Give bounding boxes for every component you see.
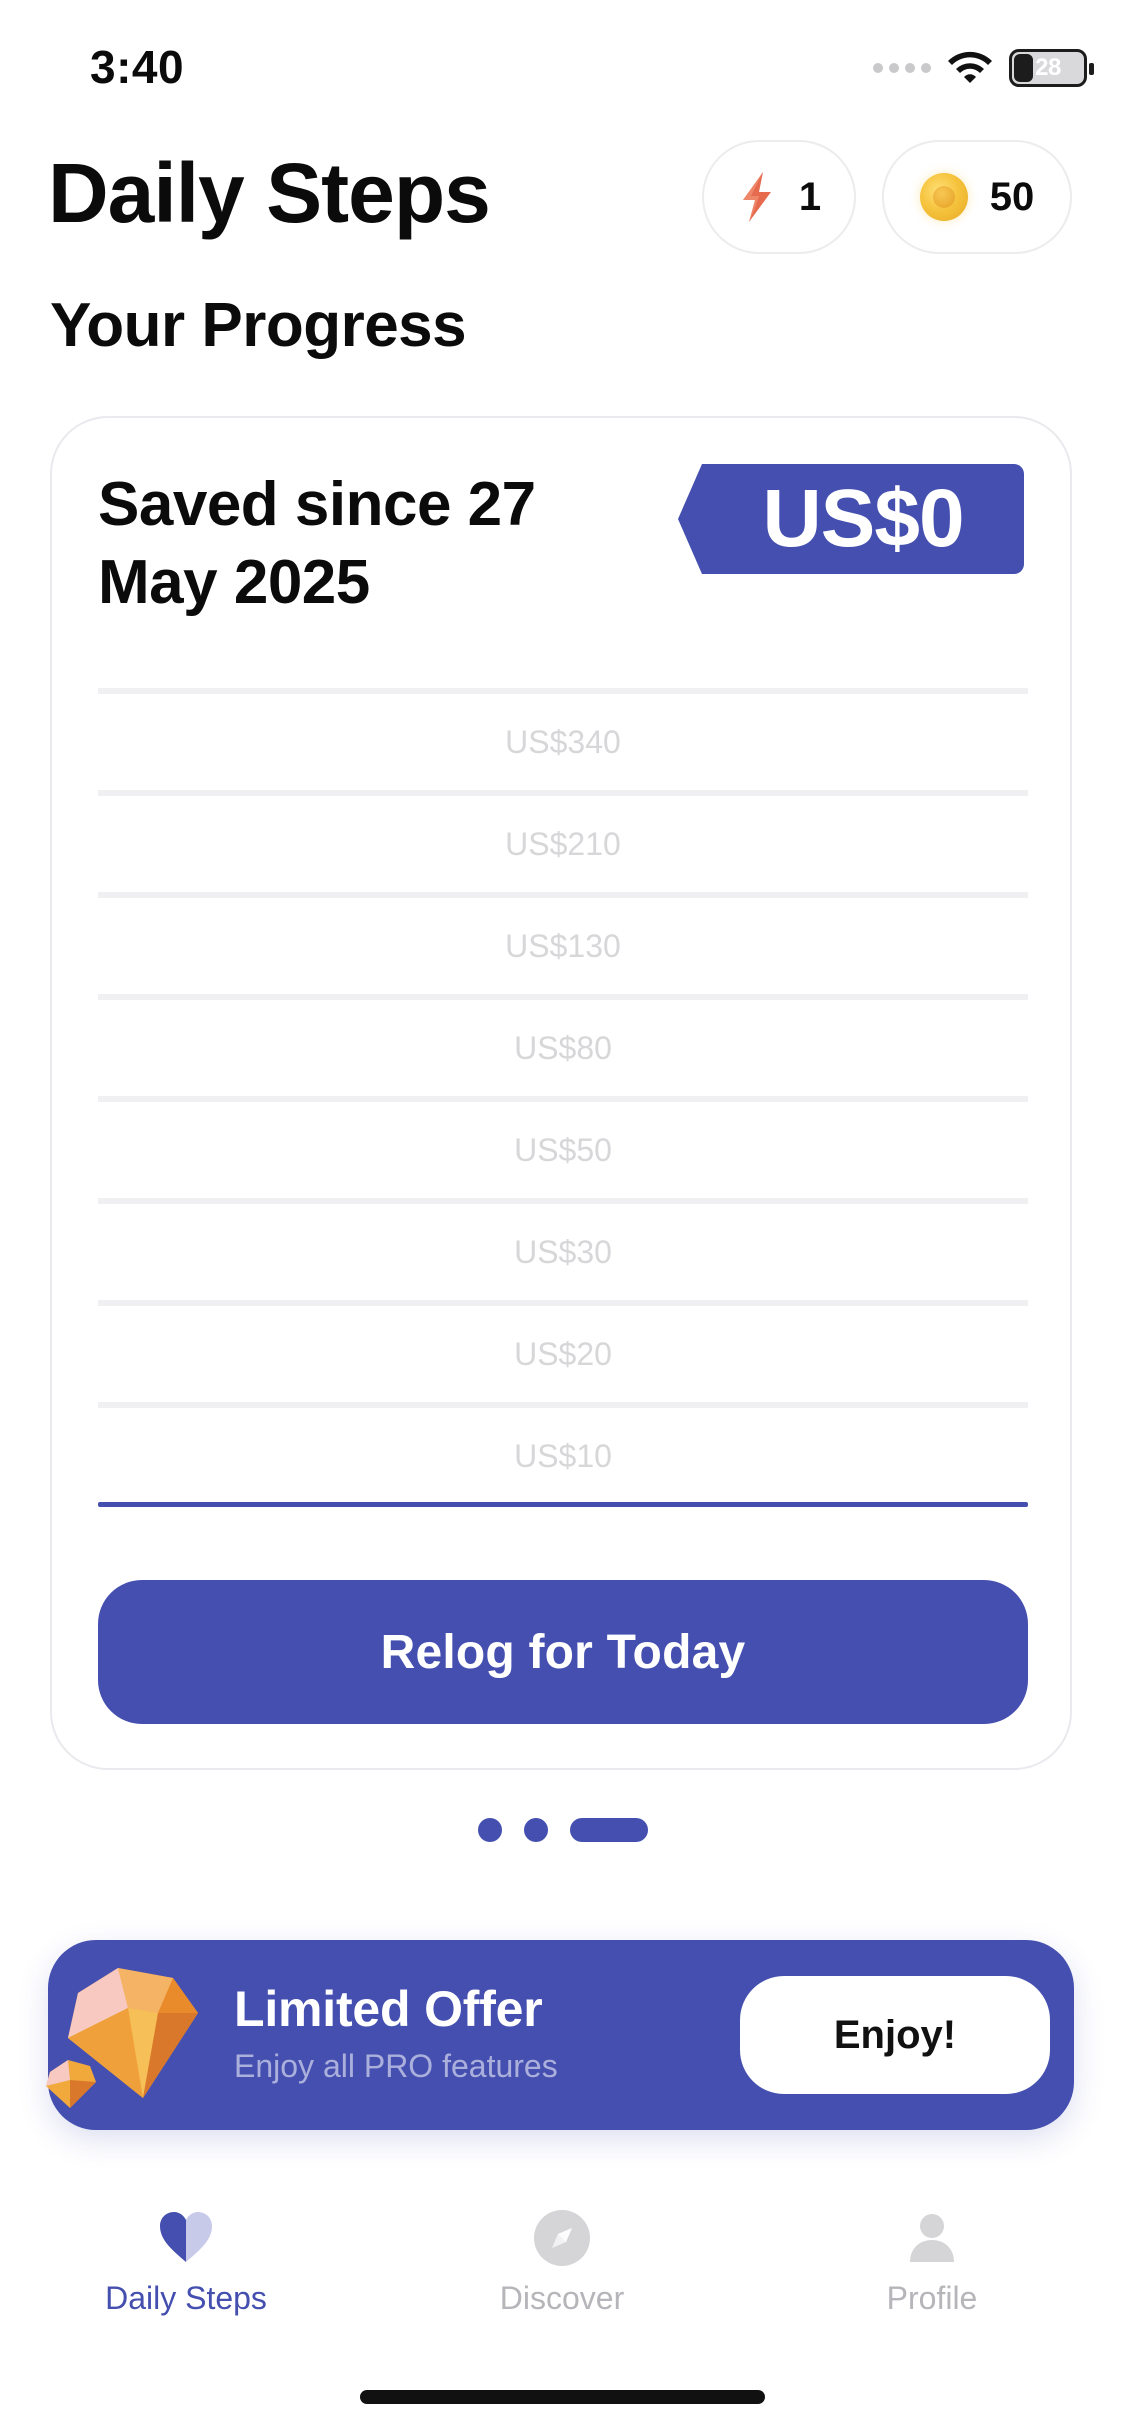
saved-since-label: Saved since 27 May 2025 (98, 470, 536, 617)
tab-discover[interactable]: Discover (432, 2206, 692, 2346)
level-row: US$20 (98, 1300, 1028, 1402)
page-dot[interactable] (523, 1818, 548, 1842)
level-row: US$130 (98, 892, 1028, 994)
progress-baseline (98, 1502, 1028, 1507)
tab-label: Profile (886, 2280, 978, 2316)
level-row: US$10 (98, 1402, 1028, 1504)
progress-card: Saved since 27 May 2025 US$0 US$340 US$2… (50, 416, 1072, 1770)
status-time: 3:40 (90, 41, 185, 93)
signal-icon (873, 63, 931, 73)
lightning-icon (737, 170, 777, 224)
page-dot[interactable] (477, 1818, 502, 1842)
limited-offer-banner[interactable]: Limited Offer Enjoy all PRO features Enj… (46, 1940, 1074, 2130)
tab-profile[interactable]: Profile (802, 2206, 1062, 2346)
coin-icon (919, 173, 968, 221)
status-bar: 3:40 28 (0, 0, 1125, 135)
tab-label: Discover (499, 2280, 625, 2316)
relog-button[interactable]: Relog for Today (98, 1580, 1028, 1724)
battery-level: 28 (1035, 54, 1061, 81)
coins-chip[interactable]: 50 (882, 140, 1072, 254)
person-icon (910, 2214, 954, 2262)
offer-title: Limited Offer (234, 1981, 543, 2037)
level-row: US$80 (98, 994, 1028, 1096)
level-row: US$210 (98, 790, 1028, 892)
home-indicator (360, 2390, 765, 2404)
page-title: Daily Steps (48, 146, 491, 240)
coin-count: 50 (989, 174, 1035, 219)
enjoy-button[interactable]: Enjoy! (740, 1976, 1050, 2094)
battery-icon: 28 (1009, 49, 1094, 87)
energy-count: 1 (798, 174, 822, 219)
page-dot-active[interactable] (569, 1818, 648, 1842)
small-diamond-icon (46, 2060, 96, 2108)
offer-subtitle: Enjoy all PRO features (234, 2048, 558, 2084)
section-title: Your Progress (50, 291, 467, 360)
tab-daily-steps[interactable]: Daily Steps (56, 2206, 316, 2346)
page-indicator (0, 1818, 1125, 1842)
savings-levels: US$340 US$210 US$130 US$80 US$50 US$30 U… (98, 688, 1028, 1504)
energy-chip[interactable]: 1 (702, 140, 856, 254)
wifi-icon (948, 51, 992, 83)
level-row: US$340 (98, 688, 1028, 790)
saved-amount-tag: US$0 (678, 464, 1024, 574)
compass-icon (534, 2210, 590, 2266)
status-indicators: 28 (873, 48, 1094, 88)
heart-icon (160, 2212, 212, 2262)
level-row: US$50 (98, 1096, 1028, 1198)
tab-label: Daily Steps (105, 2280, 267, 2316)
level-row: US$30 (98, 1198, 1028, 1300)
